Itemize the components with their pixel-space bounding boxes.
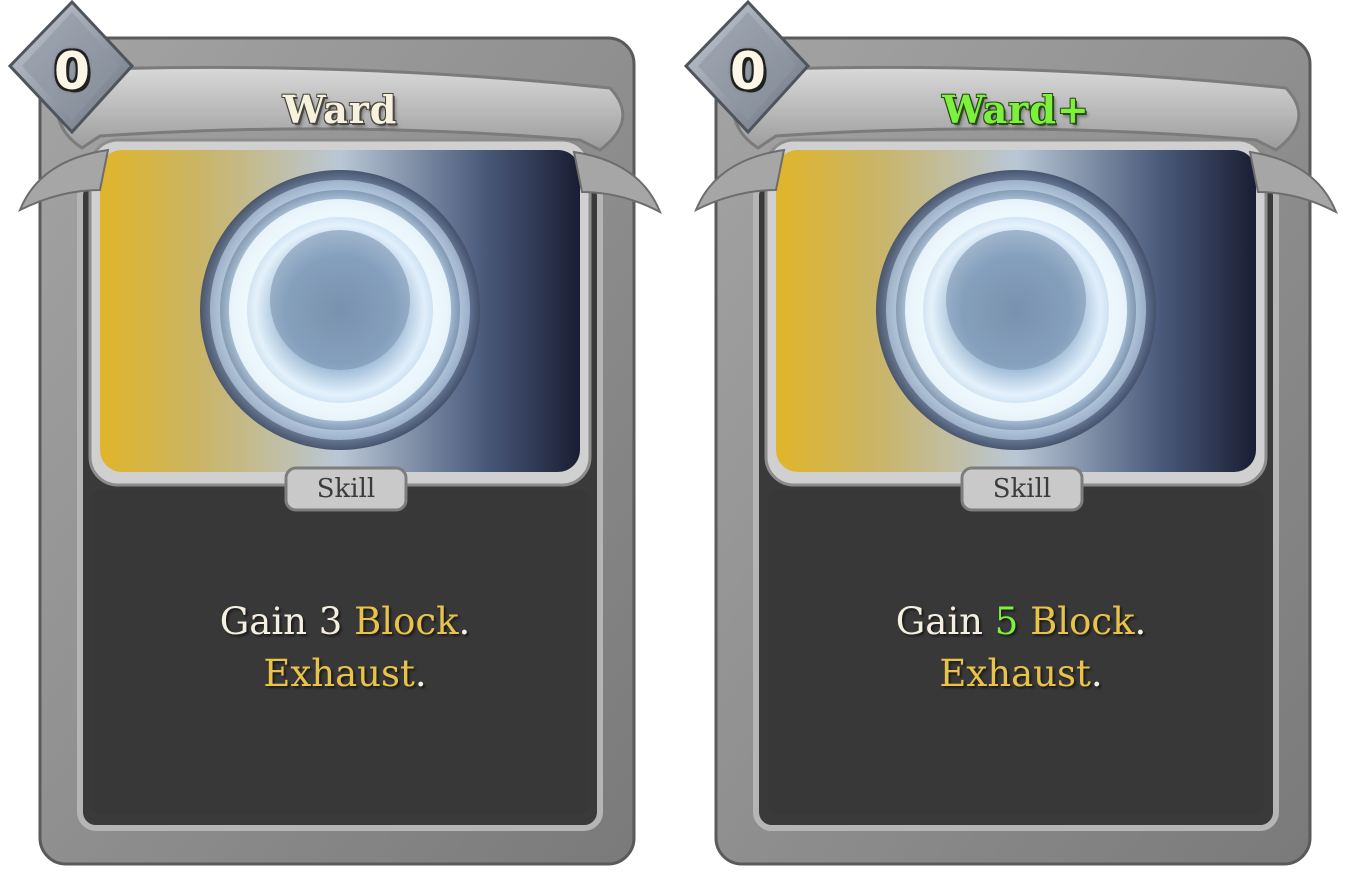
ward-sphere-art — [776, 150, 1256, 472]
card-cost: 0 — [729, 42, 767, 102]
keyword-exhaust: Exhaust — [939, 652, 1091, 695]
desc-period: . — [414, 652, 427, 695]
desc-line-1: Gain 3 Block. — [90, 596, 600, 648]
card-ward-upgraded[interactable]: 0 Ward+ Skill Gain 5 Block. Exhaust. — [676, 0, 1356, 874]
card-description: Gain 3 Block. Exhaust. — [90, 596, 600, 700]
card-title: Ward — [282, 87, 398, 132]
desc-period: . — [458, 600, 471, 643]
card-cost: 0 — [53, 42, 91, 102]
card-comparison: 0 Ward Skill Gain 3 Block. Exhaust. 0 Wa… — [0, 0, 1356, 874]
desc-period: . — [1090, 652, 1103, 695]
ward-sphere-art — [100, 150, 580, 472]
desc-word: Gain — [219, 600, 307, 643]
keyword-block: Block — [354, 600, 459, 643]
keyword-block: Block — [1030, 600, 1135, 643]
card-ward[interactable]: 0 Ward Skill Gain 3 Block. Exhaust. — [0, 0, 680, 874]
desc-word: Gain — [895, 600, 983, 643]
keyword-exhaust: Exhaust — [263, 652, 415, 695]
block-amount: 3 — [318, 600, 343, 643]
card-type-label: Skill — [316, 474, 376, 504]
card-description: Gain 5 Block. Exhaust. — [766, 596, 1276, 700]
desc-line-2: Exhaust. — [90, 648, 600, 700]
card-type-label: Skill — [992, 474, 1052, 504]
desc-line-2: Exhaust. — [766, 648, 1276, 700]
desc-period: . — [1134, 600, 1147, 643]
card-title: Ward+ — [942, 87, 1090, 132]
block-amount: 5 — [994, 600, 1019, 643]
desc-line-1: Gain 5 Block. — [766, 596, 1276, 648]
